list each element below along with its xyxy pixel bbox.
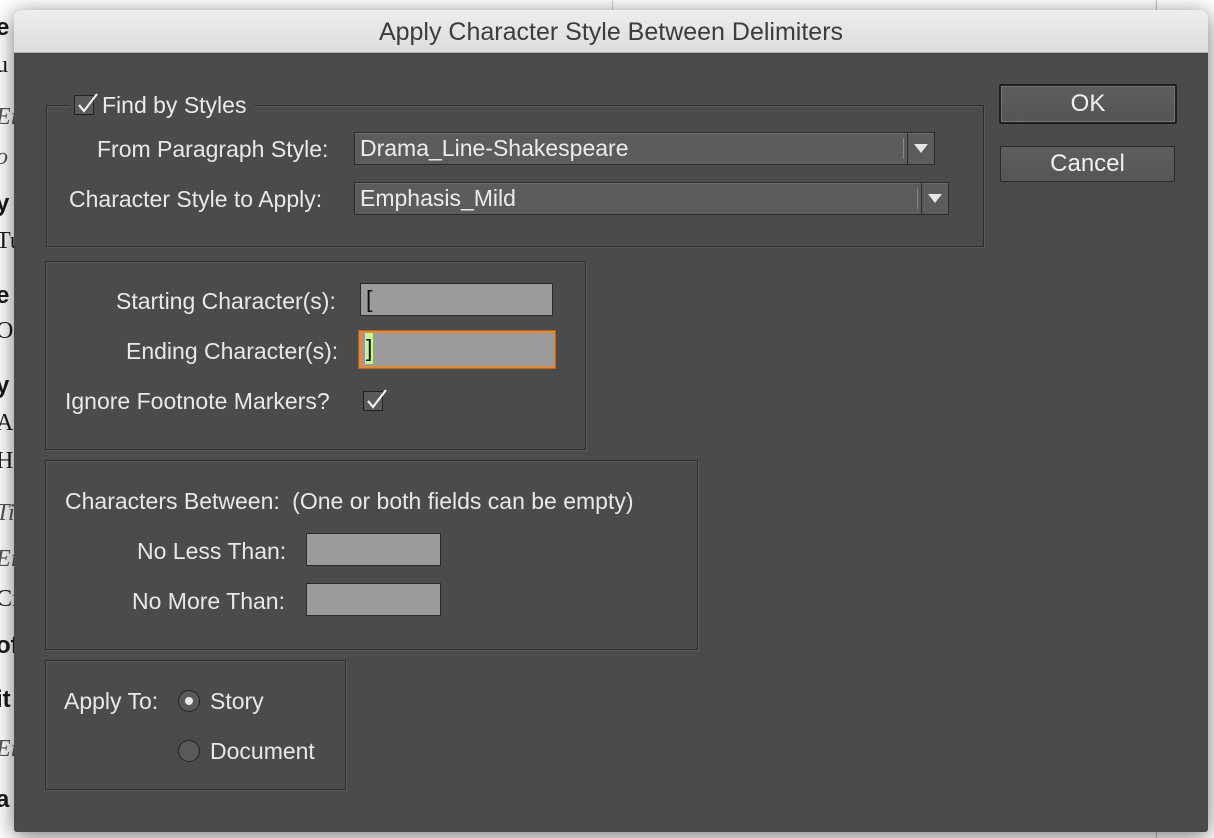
- ignore-footnote-label: Ignore Footnote Markers?: [65, 388, 330, 414]
- bg-text-fragment: o: [0, 144, 8, 171]
- ending-characters-label: Ending Character(s):: [126, 338, 339, 364]
- apply-to-label: Apply To:: [64, 688, 159, 714]
- characters-between-note: (One or both fields can be empty): [292, 488, 634, 514]
- bg-text-fragment: e: [0, 14, 10, 41]
- cancel-button[interactable]: Cancel: [1000, 146, 1175, 182]
- find-by-styles-group: [46, 105, 984, 247]
- ignore-footnote-checkbox[interactable]: [363, 389, 387, 411]
- ok-button[interactable]: OK: [999, 84, 1177, 124]
- starting-characters-value: [: [366, 286, 373, 312]
- starting-characters-input[interactable]: [: [360, 283, 553, 316]
- document-radio-label[interactable]: Document: [210, 738, 315, 765]
- bg-text-fragment: it: [0, 686, 11, 713]
- document-radio[interactable]: [178, 740, 200, 762]
- character-style-value: Emphasis_Mild: [360, 185, 516, 211]
- chevron-down-icon[interactable]: [903, 133, 934, 164]
- paragraph-style-label: From Paragraph Style:: [97, 136, 329, 162]
- checkmark-icon: [367, 389, 387, 409]
- checkmark-icon: [78, 93, 98, 113]
- find-by-styles-legend: Find by Styles: [70, 90, 255, 120]
- apply-character-style-dialog: Apply Character Style Between Delimiters…: [14, 10, 1208, 832]
- story-radio-label[interactable]: Story: [210, 688, 264, 715]
- bg-text-fragment: y: [0, 190, 10, 217]
- no-more-than-label: No More Than:: [132, 588, 285, 614]
- chevron-down-icon[interactable]: [917, 183, 948, 214]
- characters-between-title: Characters Between:: [65, 488, 280, 514]
- ending-characters-input[interactable]: ]: [359, 331, 555, 368]
- no-less-than-input[interactable]: [306, 533, 441, 566]
- no-more-than-input[interactable]: [306, 583, 441, 616]
- paragraph-style-value: Drama_Line-Shakespeare: [360, 135, 629, 161]
- bg-text-fragment: y: [0, 372, 10, 399]
- starting-characters-label: Starting Character(s):: [116, 288, 336, 314]
- find-by-styles-label[interactable]: Find by Styles: [102, 92, 246, 119]
- find-by-styles-checkbox[interactable]: [74, 93, 98, 115]
- bg-text-fragment: u: [0, 52, 8, 78]
- bg-text-fragment: e: [0, 282, 10, 309]
- bg-text-fragment: a: [0, 786, 10, 813]
- paragraph-style-dropdown[interactable]: Drama_Line-Shakespeare: [354, 132, 935, 165]
- story-radio[interactable]: [178, 690, 200, 712]
- character-style-dropdown[interactable]: Emphasis_Mild: [354, 182, 949, 215]
- character-style-label: Character Style to Apply:: [69, 186, 323, 212]
- bg-text-fragment: Ti: [0, 500, 15, 526]
- characters-between-label: Characters Between: (One or both fields …: [65, 488, 634, 515]
- ending-characters-value: ]: [365, 333, 374, 364]
- no-less-than-label: No Less Than:: [137, 538, 287, 564]
- apply-to-group: [45, 660, 346, 790]
- dialog-title[interactable]: Apply Character Style Between Delimiters: [14, 10, 1208, 53]
